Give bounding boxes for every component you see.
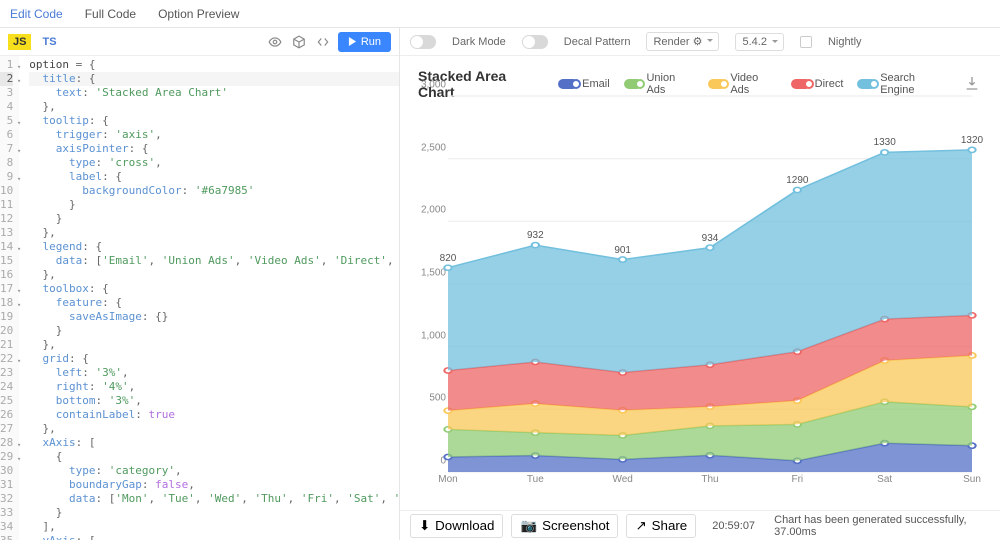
dark-mode-label: Dark Mode bbox=[452, 36, 506, 48]
lang-js-tab[interactable]: JS bbox=[8, 34, 31, 50]
version-select[interactable]: 5.4.2 bbox=[735, 33, 783, 51]
render-select[interactable]: Render ⚙ bbox=[646, 32, 719, 51]
tab-option-preview[interactable]: Option Preview bbox=[158, 7, 239, 21]
screenshot-button[interactable]: 📷Screenshot bbox=[511, 514, 618, 538]
swatch-icon bbox=[857, 79, 876, 89]
nightly-label: Nightly bbox=[828, 36, 862, 48]
preview-toolbar: Dark Mode Decal Pattern Render ⚙ 5.4.2 N… bbox=[400, 28, 1000, 56]
decal-label: Decal Pattern bbox=[564, 36, 631, 48]
swatch-icon bbox=[791, 79, 811, 89]
download-button[interactable]: ⬇Download bbox=[410, 514, 503, 538]
gear-icon: ⚙ bbox=[693, 36, 703, 48]
run-button[interactable]: Run bbox=[338, 32, 391, 52]
data-label: 1290 bbox=[786, 175, 808, 186]
legend-item-email[interactable]: Email bbox=[558, 72, 610, 96]
legend-item-search[interactable]: Search Engine bbox=[857, 72, 948, 96]
dark-mode-toggle[interactable] bbox=[410, 35, 436, 49]
legend-item-direct[interactable]: Direct bbox=[791, 72, 844, 96]
eye-icon[interactable] bbox=[266, 33, 284, 51]
swatch-icon bbox=[624, 79, 643, 89]
save-image-icon[interactable] bbox=[964, 75, 980, 94]
chart-legend: Email Union Ads Video Ads Direct Search … bbox=[558, 72, 948, 96]
data-label: 901 bbox=[614, 245, 631, 256]
swatch-icon bbox=[558, 79, 578, 89]
lang-ts-tab[interactable]: TS bbox=[37, 34, 61, 50]
format-icon[interactable] bbox=[314, 33, 332, 51]
code-pane: JS TS Run 1▾2▾345▾67▾89▾1011121314▾15161… bbox=[0, 28, 400, 540]
code-editor[interactable]: 1▾2▾345▾67▾89▾1011121314▾151617▾18▾19202… bbox=[0, 56, 399, 540]
data-label: 934 bbox=[702, 233, 719, 244]
run-label: Run bbox=[361, 36, 381, 48]
chart-area: Stacked Area Chart Email Union Ads Video… bbox=[400, 56, 1000, 510]
decal-toggle[interactable] bbox=[522, 35, 548, 49]
chart-plot[interactable]: 820932901934129013301320 bbox=[448, 96, 972, 472]
y-axis: 05001,0001,5002,0002,5003,000 bbox=[418, 96, 446, 472]
legend-item-union[interactable]: Union Ads bbox=[624, 72, 694, 96]
editor-toolbar: JS TS Run bbox=[0, 28, 399, 56]
camera-icon: 📷 bbox=[520, 518, 537, 534]
tab-full-code[interactable]: Full Code bbox=[85, 7, 136, 21]
tab-edit-code[interactable]: Edit Code bbox=[10, 7, 63, 21]
play-icon bbox=[348, 37, 357, 46]
top-tab-bar: Edit Code Full Code Option Preview bbox=[0, 0, 1000, 28]
status-time: 20:59:07 bbox=[712, 520, 755, 532]
x-axis: MonTueWedThuFriSatSun bbox=[448, 474, 972, 488]
status-message: Chart has been generated successfully, 3… bbox=[774, 514, 990, 538]
legend-item-video[interactable]: Video Ads bbox=[708, 72, 777, 96]
nightly-checkbox[interactable] bbox=[800, 36, 812, 48]
share-icon: ↗ bbox=[635, 518, 646, 534]
share-button[interactable]: ↗Share bbox=[626, 514, 696, 538]
swatch-icon bbox=[708, 79, 727, 89]
data-label: 932 bbox=[527, 230, 544, 241]
download-icon: ⬇ bbox=[419, 518, 430, 534]
data-label: 820 bbox=[440, 253, 457, 264]
preview-pane: Dark Mode Decal Pattern Render ⚙ 5.4.2 N… bbox=[400, 28, 1000, 540]
data-label: 1320 bbox=[961, 135, 983, 146]
data-label: 1330 bbox=[874, 137, 896, 148]
preview-footer: ⬇Download 📷Screenshot ↗Share 20:59:07 Ch… bbox=[400, 510, 1000, 540]
cube-icon[interactable] bbox=[290, 33, 308, 51]
